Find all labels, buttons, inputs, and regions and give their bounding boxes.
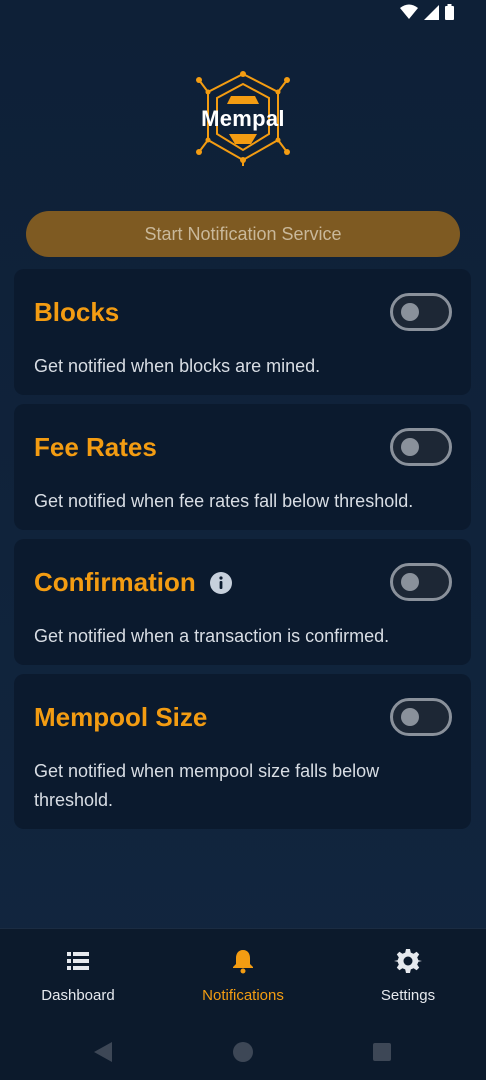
- blocks-toggle[interactable]: [390, 293, 452, 331]
- fee-rates-card: Fee Rates Get notified when fee rates fa…: [14, 404, 471, 530]
- notifications-screen: Mempal Start Notification Service Blocks…: [0, 0, 486, 1080]
- battery-icon: [445, 4, 454, 20]
- blocks-card: Blocks Get notified when blocks are mine…: [14, 269, 471, 395]
- back-icon[interactable]: [92, 1040, 116, 1064]
- toggle-knob: [401, 438, 419, 456]
- list-icon: [67, 952, 89, 970]
- confirmation-title: Confirmation: [34, 567, 196, 597]
- mempool-size-card: Mempool Size Get notified when mempool s…: [14, 674, 471, 829]
- recents-icon[interactable]: [370, 1040, 394, 1064]
- nav-dashboard[interactable]: Dashboard: [8, 947, 148, 1004]
- fee-rates-title: Fee Rates: [34, 432, 157, 462]
- app-logo: Mempal: [193, 70, 293, 166]
- toggle-knob: [401, 573, 419, 591]
- confirmation-description: Get notified when a transaction is confi…: [34, 626, 390, 646]
- system-navigation: [0, 1032, 486, 1072]
- nav-dashboard-label: Dashboard: [41, 987, 115, 1004]
- toggle-knob: [401, 708, 419, 726]
- blocks-title: Blocks: [34, 297, 120, 327]
- mempool-size-toggle[interactable]: [390, 698, 452, 736]
- blocks-description: Get notified when blocks are mined.: [34, 356, 321, 376]
- confirmation-toggle[interactable]: [390, 563, 452, 601]
- info-icon[interactable]: [209, 571, 232, 594]
- nav-notifications[interactable]: Notifications: [173, 947, 313, 1004]
- start-notification-service-button[interactable]: Start Notification Service: [26, 211, 460, 257]
- home-icon[interactable]: [231, 1040, 255, 1064]
- wifi-icon: [400, 4, 418, 19]
- nav-settings[interactable]: Settings: [338, 947, 478, 1004]
- status-bar: [0, 0, 486, 28]
- fee-rates-toggle[interactable]: [390, 428, 452, 466]
- confirmation-card: Confirmation Get notified when a transac…: [14, 539, 471, 665]
- mempool-size-title: Mempool Size: [34, 702, 208, 732]
- fee-rates-description: Get notified when fee rates fall below t…: [34, 491, 414, 511]
- mempool-size-description: Get notified when mempool size falls bel…: [34, 761, 380, 810]
- signal-icon: [424, 4, 439, 20]
- gear-icon: [394, 949, 422, 973]
- nav-settings-label: Settings: [380, 987, 436, 1004]
- logo-text: Mempal: [201, 106, 285, 131]
- toggle-knob: [401, 303, 419, 321]
- nav-notifications-label: Notifications: [202, 987, 284, 1004]
- bell-icon: [233, 950, 253, 974]
